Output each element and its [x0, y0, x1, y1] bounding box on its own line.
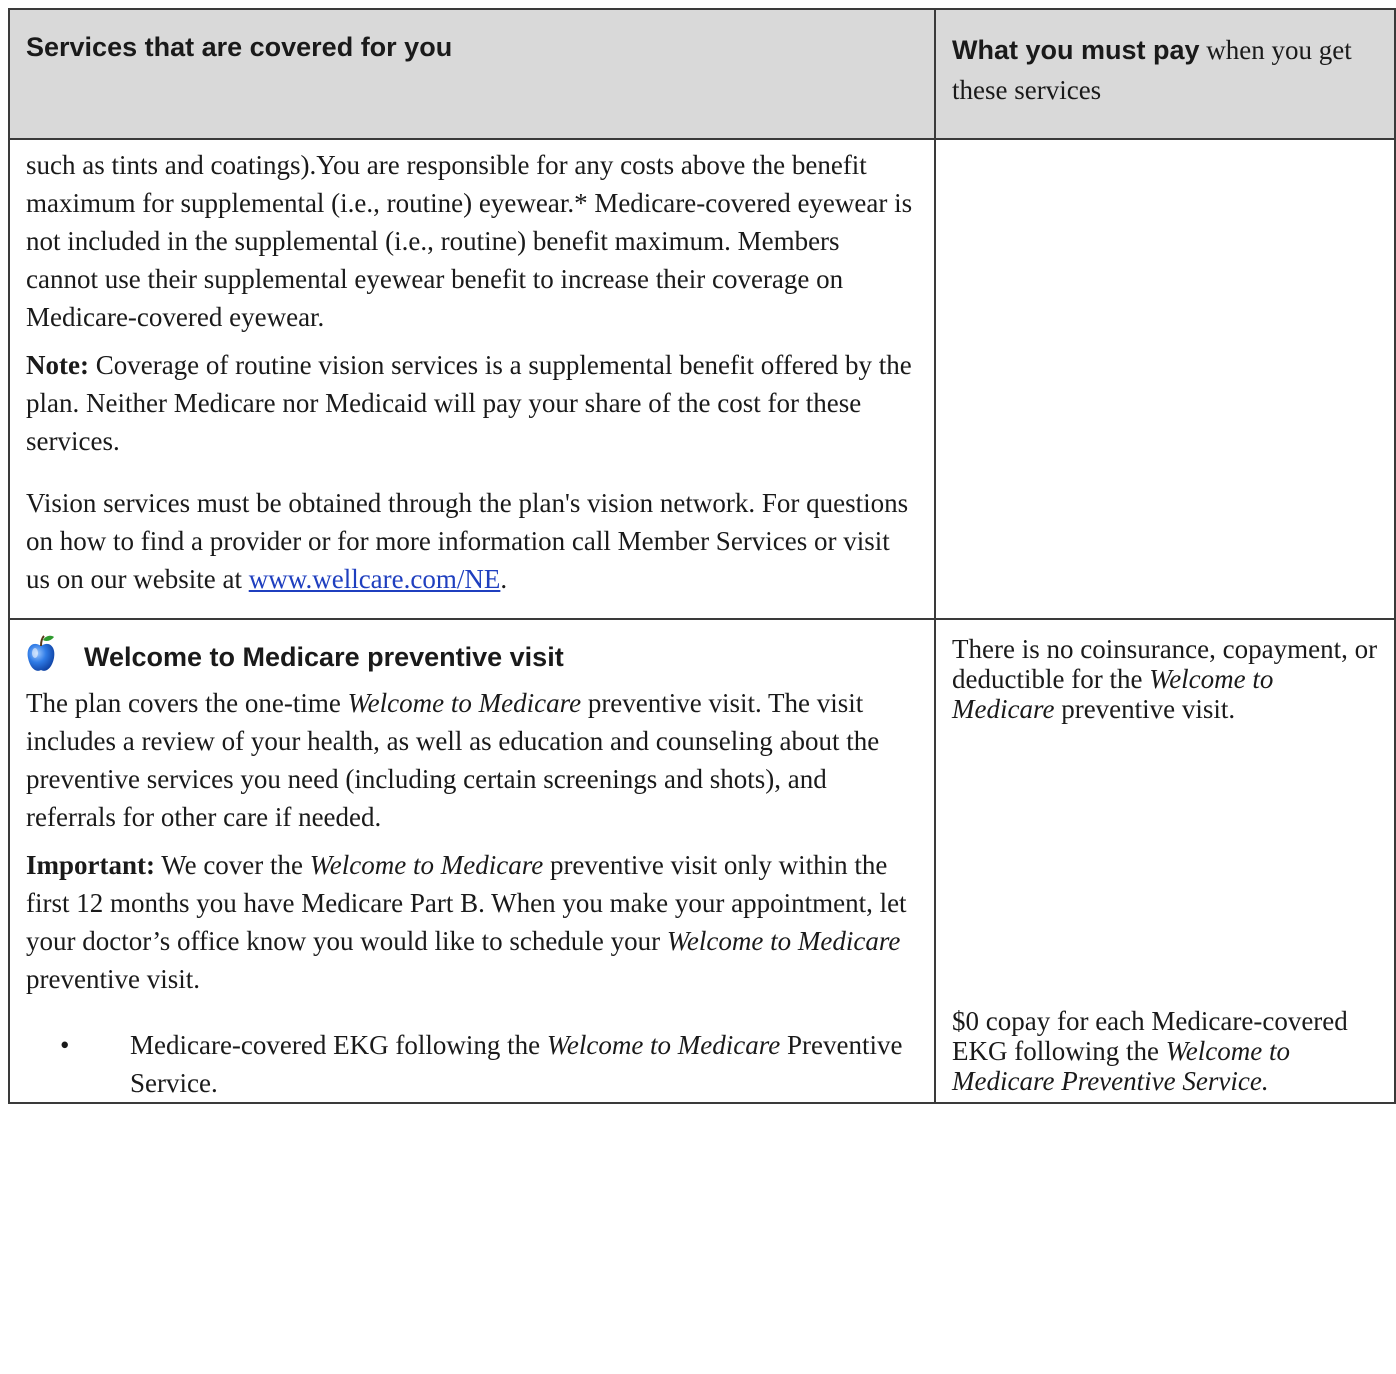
section-heading: Welcome to Medicare preventive visit	[26, 634, 918, 674]
ekg-cost: $0 copay for each Medicare-covered EKG f…	[952, 1006, 1378, 1096]
note-label: Note:	[26, 350, 89, 380]
vision-network-paragraph: Vision services must be obtained through…	[26, 484, 918, 598]
desc-emphasis: Welcome to Medicare	[347, 688, 582, 718]
header-cell-payment: What you must pay when you get these ser…	[934, 8, 1396, 140]
welcome-visit-cost: There is no coinsurance, copayment, or d…	[952, 634, 1378, 724]
header-payment-bold: What you must pay	[952, 35, 1200, 65]
table-header-row: Services that are covered for you What y…	[8, 8, 1396, 140]
vision-network-end: .	[500, 564, 508, 594]
header-cell-services: Services that are covered for you	[8, 8, 936, 140]
wellcare-website-link[interactable]: www.wellcare.com/NE	[249, 564, 501, 594]
welcome-visit-payment-cell: There is no coinsurance, copayment, or d…	[934, 618, 1396, 1104]
header-services-title: Services that are covered for you	[26, 32, 453, 62]
list-item: • Medicare-covered EKG following the Wel…	[26, 1026, 918, 1102]
vision-payment-cell	[934, 138, 1396, 620]
table-row: Welcome to Medicare preventive visit The…	[8, 618, 1396, 1104]
ekg-bullet-text: Medicare-covered EKG following the Welco…	[130, 1026, 918, 1102]
cost-text-b: preventive visit.	[1054, 694, 1236, 724]
header-payment-title: What you must pay when you get these ser…	[936, 10, 1394, 110]
welcome-visit-title: Welcome to Medicare preventive visit	[84, 642, 564, 672]
benefits-table: Services that are covered for you What y…	[8, 8, 1396, 1104]
important-label: Important:	[26, 850, 155, 880]
bullet-icon: •	[60, 1030, 70, 1060]
ekg-text-a: Medicare-covered EKG following the	[130, 1030, 547, 1060]
document-page: Services that are covered for you What y…	[0, 0, 1396, 1374]
welcome-visit-cell: Welcome to Medicare preventive visit The…	[8, 618, 936, 1104]
important-emphasis-1: Welcome to Medicare	[309, 850, 544, 880]
table-row: such as tints and coatings).You are resp…	[8, 138, 1396, 620]
important-text-c: preventive visit.	[26, 964, 200, 994]
note-paragraph: Note: Coverage of routine vision service…	[26, 346, 918, 460]
note-text: Coverage of routine vision services is a…	[26, 350, 912, 456]
welcome-visit-description: The plan covers the one-time Welcome to …	[26, 684, 918, 836]
desc-text-a: The plan covers the one-time	[26, 688, 348, 718]
ekg-emphasis: Welcome to Medicare	[546, 1030, 781, 1060]
important-emphasis-2: Welcome to Medicare	[666, 926, 901, 956]
important-paragraph: Important: We cover the Welcome to Medic…	[26, 846, 918, 998]
important-text-a: We cover the	[155, 850, 310, 880]
eyewear-paragraph: such as tints and coatings).You are resp…	[26, 150, 913, 332]
apple-icon	[26, 634, 56, 674]
vision-services-cell: such as tints and coatings).You are resp…	[8, 138, 936, 620]
